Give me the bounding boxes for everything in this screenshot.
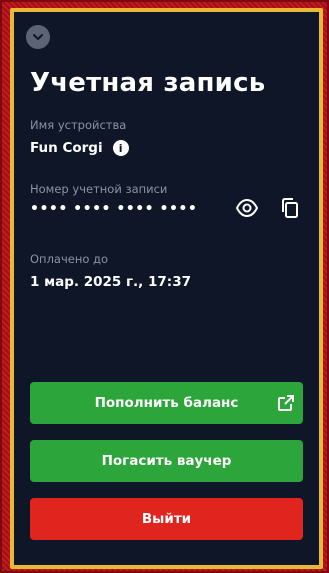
info-icon[interactable]: i — [112, 140, 129, 156]
paid-until-label: Оплачено до — [30, 252, 109, 266]
account-panel: Учетная запись Имя устройства Fun Corgi … — [14, 12, 319, 565]
collapse-button[interactable] — [26, 25, 50, 49]
device-name-value: Fun Corgi — [30, 140, 103, 156]
logout-button[interactable]: Выйти — [30, 498, 303, 540]
eye-icon[interactable] — [235, 198, 259, 218]
external-link-icon — [278, 395, 294, 411]
device-name-row: Fun Corgi i — [30, 140, 129, 156]
top-up-label: Пополнить баланс — [94, 395, 239, 411]
copy-icon[interactable] — [281, 198, 299, 218]
page-title: Учетная запись — [30, 68, 266, 98]
account-number-row: •••• •••• •••• •••• — [30, 198, 307, 222]
paid-until-value: 1 мар. 2025 г., 17:37 — [30, 274, 191, 290]
logout-label: Выйти — [141, 511, 192, 527]
account-number-label: Номер учетной записи — [30, 182, 168, 196]
top-up-button[interactable]: Пополнить баланс — [30, 382, 303, 424]
window-frame: Учетная запись Имя устройства Fun Corgi … — [0, 0, 329, 573]
chevron-down-icon — [33, 34, 43, 40]
device-name-label: Имя устройства — [30, 118, 127, 132]
redeem-voucher-button[interactable]: Погасить ваучер — [30, 440, 303, 482]
redeem-voucher-label: Погасить ваучер — [101, 453, 232, 469]
account-number-value: •••• •••• •••• •••• — [30, 201, 198, 217]
